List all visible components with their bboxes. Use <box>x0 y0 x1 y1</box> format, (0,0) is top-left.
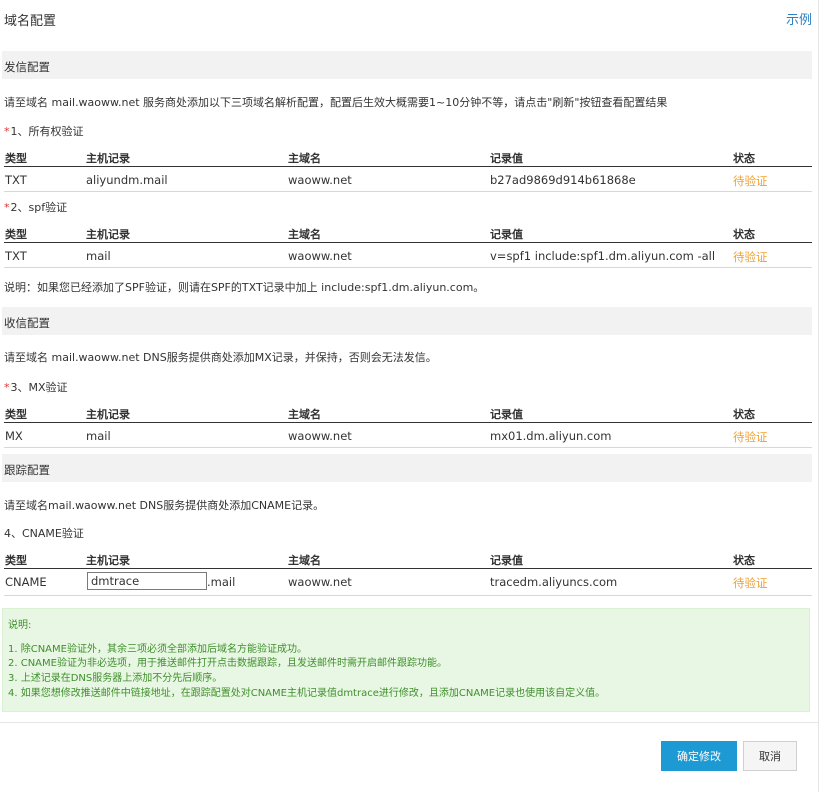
column-value: 记录值 <box>490 152 523 165</box>
record-status: 待验证 <box>733 250 768 264</box>
column-domain: 主域名 <box>288 152 321 165</box>
notice-line: 3. 上述记录在DNS服务器上添加不分先后顺序。 <box>8 673 223 684</box>
send-description: 请至域名 mail.waoww.net 服务商处添加以下三项域名解析配置，配置后… <box>4 96 668 109</box>
column-host: 主机记录 <box>86 228 130 241</box>
notice-line: 2. CNAME验证为非必选项，用于推送邮件打开点击数据跟踪，且发送邮件时需开启… <box>8 658 447 669</box>
record-domain: waoww.net <box>288 249 352 263</box>
required-asterisk: * <box>4 201 10 214</box>
record-type: TXT <box>5 173 27 187</box>
record-value: mx01.dm.aliyun.com <box>490 429 612 443</box>
section-title: 发信配置 <box>4 60 50 74</box>
required-asterisk: * <box>4 381 10 394</box>
column-status: 状态 <box>733 228 755 241</box>
table-row: TXT aliyundm.mail waoww.net b27ad9869d91… <box>4 167 812 192</box>
table-row: TXT mail waoww.net v=spf1 include:spf1.d… <box>4 243 812 268</box>
record-type: CNAME <box>5 575 47 589</box>
column-type: 类型 <box>5 152 27 165</box>
tracking-description: 请至域名mail.waoww.net DNS服务提供商处添加CNAME记录。 <box>4 499 325 512</box>
record-value: b27ad9869d914b61868e <box>490 173 636 187</box>
column-value: 记录值 <box>490 554 523 567</box>
mx-verification-title: *3、MX验证 <box>4 381 68 394</box>
record-status: 待验证 <box>733 430 768 444</box>
section-title: 跟踪配置 <box>4 463 50 477</box>
column-status: 状态 <box>733 152 755 165</box>
column-value: 记录值 <box>490 408 523 421</box>
record-host: mail <box>86 249 111 263</box>
required-asterisk: * <box>4 125 10 138</box>
cname-verification-title: 4、CNAME验证 <box>4 527 84 540</box>
record-host: mail <box>86 429 111 443</box>
column-host: 主机记录 <box>86 554 130 567</box>
column-type: 类型 <box>5 408 27 421</box>
notice-title: 说明: <box>8 620 32 631</box>
column-domain: 主域名 <box>288 554 321 567</box>
cancel-button[interactable]: 取消 <box>743 741 797 771</box>
notice-box: 说明: 1. 除CNAME验证外，其余三项必须全部添加后域名方能验证成功。 2.… <box>2 608 810 712</box>
record-value: tracedm.aliyuncs.com <box>490 575 618 589</box>
page-title: 域名配置 <box>4 14 57 29</box>
confirm-button[interactable]: 确定修改 <box>661 741 737 771</box>
record-type: MX <box>5 429 23 443</box>
table-row: CNAME .mail waoww.net tracedm.aliyuncs.c… <box>4 569 812 596</box>
column-status: 状态 <box>733 554 755 567</box>
column-domain: 主域名 <box>288 408 321 421</box>
footer-divider <box>0 722 818 723</box>
table-header: 类型 主机记录 主域名 记录值 状态 <box>4 146 812 167</box>
cname-host-input[interactable] <box>87 572 207 590</box>
column-value: 记录值 <box>490 228 523 241</box>
ownership-verification-title: *1、所有权验证 <box>4 125 84 138</box>
notice-line: 4. 如果您想修改推送邮件中链接地址，在跟踪配置处对CNAME主机记录值dmtr… <box>8 688 606 699</box>
send-config-section-header: 发信配置 <box>2 51 812 79</box>
table-header: 类型 主机记录 主域名 记录值 状态 <box>4 222 812 243</box>
record-status: 待验证 <box>733 576 768 590</box>
column-type: 类型 <box>5 554 27 567</box>
receive-description: 请至域名 mail.waoww.net DNS服务提供商处添加MX记录，并保持，… <box>4 351 437 364</box>
receive-config-section-header: 收信配置 <box>2 307 812 335</box>
record-type: TXT <box>5 249 27 263</box>
table-header: 类型 主机记录 主域名 记录值 状态 <box>4 548 812 569</box>
spf-verification-title: *2、spf验证 <box>4 201 68 214</box>
record-host: aliyundm.mail <box>86 173 168 187</box>
section-title: 收信配置 <box>4 316 50 330</box>
table-row: MX mail waoww.net mx01.dm.aliyun.com 待验证 <box>4 423 812 448</box>
host-suffix: .mail <box>207 575 236 589</box>
tracking-config-section-header: 跟踪配置 <box>2 454 812 482</box>
record-status: 待验证 <box>733 174 768 188</box>
record-domain: waoww.net <box>288 429 352 443</box>
table-header: 类型 主机记录 主域名 记录值 状态 <box>4 402 812 423</box>
column-host: 主机记录 <box>86 152 130 165</box>
record-domain: waoww.net <box>288 173 352 187</box>
column-type: 类型 <box>5 228 27 241</box>
record-value: v=spf1 include:spf1.dm.aliyun.com -all <box>490 249 716 263</box>
spf-note: 说明：如果您已经添加了SPF验证，则请在SPF的TXT记录中加上 include… <box>4 281 485 294</box>
column-domain: 主域名 <box>288 228 321 241</box>
record-domain: waoww.net <box>288 575 352 589</box>
notice-line: 1. 除CNAME验证外，其余三项必须全部添加后域名方能验证成功。 <box>8 644 307 655</box>
panel-right-border <box>818 0 819 792</box>
example-link[interactable]: 示例 <box>786 9 812 28</box>
column-status: 状态 <box>733 408 755 421</box>
column-host: 主机记录 <box>86 408 130 421</box>
